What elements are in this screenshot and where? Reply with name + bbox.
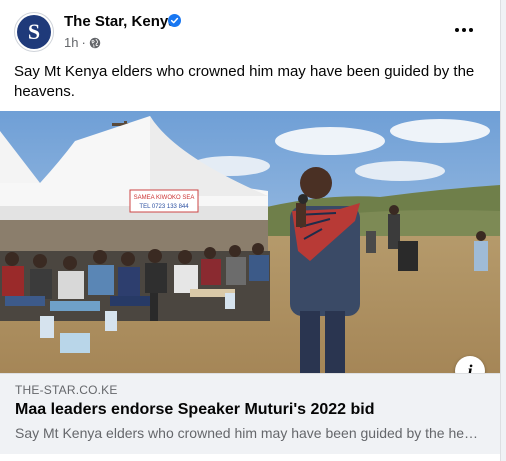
page-name-link[interactable]: The Star, Kenya — [64, 13, 177, 30]
link-description: Say Mt Kenya elders who crowned him may … — [15, 425, 485, 441]
post-card: S The Star, Kenya 1h · Say Mt Kenya elde… — [0, 0, 501, 461]
tent-banner-line2: TEL 0723 133 844 — [139, 204, 189, 210]
link-preview[interactable]: THE-STAR.CO.KE Maa leaders endorse Speak… — [0, 373, 500, 454]
post-meta: 1h · — [64, 35, 101, 50]
post-header: S The Star, Kenya 1h · — [0, 0, 500, 56]
link-title[interactable]: Maa leaders endorse Speaker Muturi's 202… — [15, 401, 375, 419]
post-photo[interactable]: SAMEA KIWOKO SEA TEL 0723 133 844 — [0, 111, 500, 373]
photo-illustration: SAMEA KIWOKO SEA TEL 0723 133 844 — [0, 111, 500, 373]
verified-badge-icon — [168, 14, 181, 27]
globe-icon[interactable] — [89, 37, 101, 49]
more-options-icon[interactable] — [450, 20, 478, 40]
meta-separator: · — [81, 35, 86, 50]
page-avatar[interactable]: S — [14, 12, 54, 52]
avatar-logo: S — [17, 15, 51, 49]
link-domain: THE-STAR.CO.KE — [15, 383, 118, 397]
tent-banner-line1: SAMEA KIWOKO SEA — [134, 195, 195, 201]
post-timestamp[interactable]: 1h — [64, 35, 78, 50]
post-text: Say Mt Kenya elders who crowned him may … — [14, 63, 475, 100]
